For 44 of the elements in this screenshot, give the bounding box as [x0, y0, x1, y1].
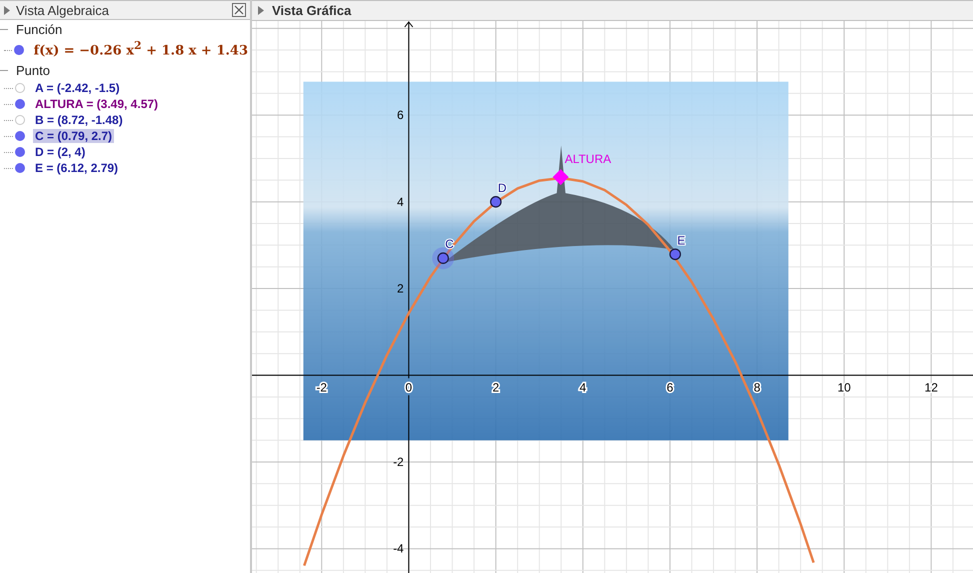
axis-tick-label: 4 [397, 194, 404, 209]
axis-tick-label: 8 [754, 380, 760, 394]
panel-title: Vista Algebraica [16, 2, 110, 18]
axis-tick-label: -4 [393, 542, 404, 556]
point-definition[interactable]: A = (-2.42, -1.5) [33, 81, 122, 95]
diamond-point[interactable] [552, 169, 569, 186]
axis-tick-label: -2 [316, 380, 327, 394]
point-definition[interactable]: D = (2, 4) [33, 145, 88, 159]
axis-tick-label: 2 [492, 380, 500, 394]
visibility-toggle[interactable] [15, 147, 25, 157]
point-definition[interactable]: ALTURA = (3.49, 4.57) [33, 97, 160, 111]
axis-tick-label: 12 [924, 380, 938, 394]
graph-canvas[interactable]: -2 0 2 4 6 8 10 12 -4 -2 2 4 6 C D ALTURA E [252, 21, 973, 573]
graph-point[interactable] [490, 196, 502, 208]
group-label: Punto [16, 63, 50, 78]
visibility-toggle[interactable] [14, 45, 24, 55]
triangle-icon[interactable] [4, 6, 10, 14]
point-label: E [677, 233, 686, 248]
triangle-icon[interactable] [258, 6, 264, 15]
point-label: D [498, 180, 506, 195]
axis-tick-label: 2 [397, 282, 404, 296]
visibility-toggle[interactable] [15, 115, 25, 125]
visibility-toggle[interactable] [15, 163, 25, 173]
close-icon[interactable] [232, 3, 246, 17]
function-definition[interactable]: f(x) = −0.26 x$^{2}$ + 1.8 x + 1.43 [32, 39, 250, 61]
axis-tick-label: 0 [405, 380, 412, 394]
graph-point[interactable] [669, 248, 681, 260]
visibility-toggle[interactable] [15, 99, 25, 109]
axis-tick-label: -2 [393, 455, 404, 469]
visibility-toggle[interactable] [15, 83, 25, 93]
axis-tick-label: 6 [397, 108, 404, 122]
point-label: C [445, 237, 454, 252]
axis-tick-label: 4 [580, 380, 586, 394]
group-label: Función [16, 22, 62, 37]
axis-tick-label: 10 [837, 380, 851, 394]
point-label: ALTURA [564, 152, 612, 166]
point-definition[interactable]: B = (8.72, -1.48) [33, 113, 125, 127]
parabola-curve[interactable] [303, 176, 815, 566]
visibility-toggle[interactable] [15, 131, 25, 141]
point-definition[interactable]: E = (6.12, 2.79) [33, 161, 120, 175]
graph-point[interactable] [437, 252, 449, 264]
axis-tick-label: 6 [666, 380, 674, 394]
panel-title: Vista Gráfica [272, 3, 352, 18]
point-definition[interactable]: C = (0.79, 2.7) [33, 129, 114, 143]
